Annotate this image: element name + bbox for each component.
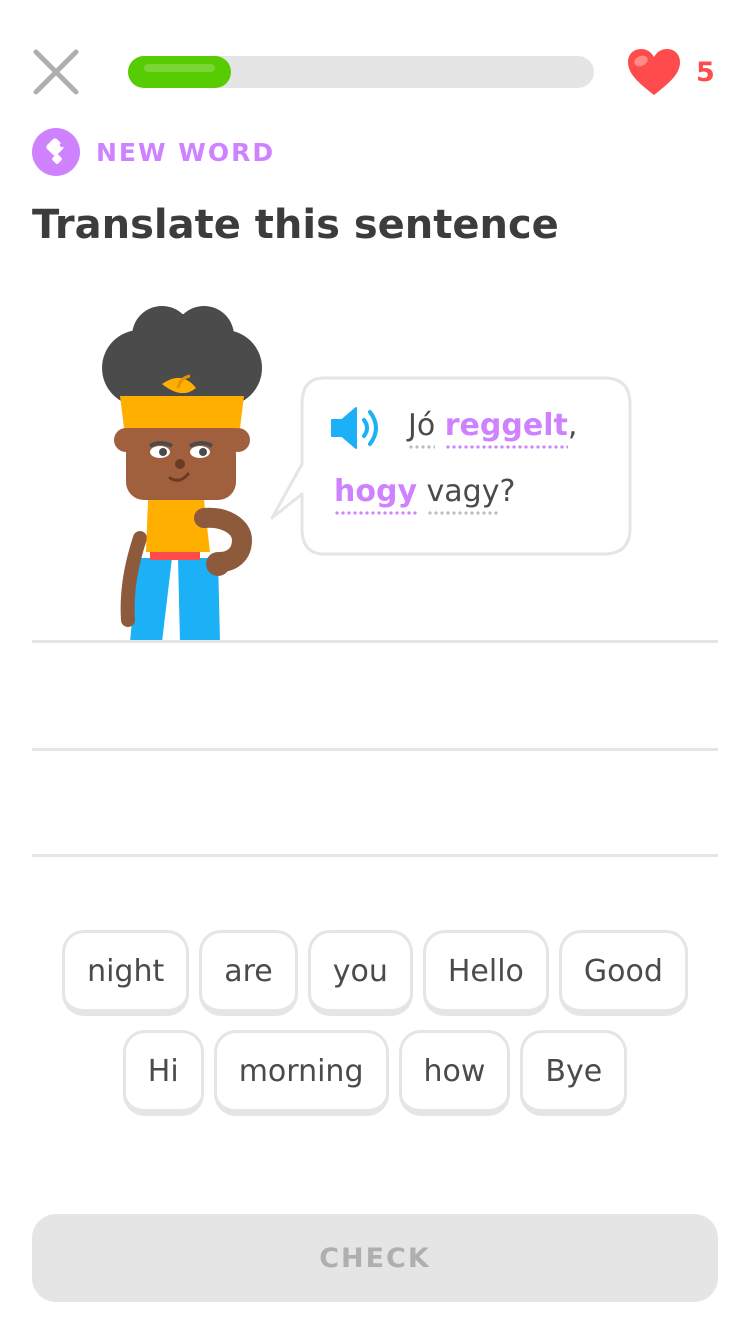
close-icon: [33, 49, 79, 95]
answer-line[interactable]: [32, 854, 718, 857]
word-tile[interactable]: you: [307, 930, 413, 1016]
new-word-label: NEW WORD: [96, 137, 276, 167]
sentence-punctuation: ?: [499, 474, 516, 509]
hearts-count: 5: [696, 56, 715, 88]
sentence-line-1: Jó reggelt,: [408, 408, 577, 449]
progress-fill: [128, 56, 231, 88]
answer-line[interactable]: [32, 640, 718, 643]
word-tile[interactable]: morning: [213, 1030, 389, 1116]
answer-line[interactable]: [32, 748, 718, 751]
check-button[interactable]: CHECK: [32, 1214, 718, 1302]
speaker-button[interactable]: [330, 406, 386, 450]
word-bank-row: night are you Hello Good: [32, 930, 718, 1016]
sentence-word[interactable]: vagy: [426, 474, 500, 515]
word-tile[interactable]: how: [398, 1030, 511, 1116]
word-tile[interactable]: Bye: [520, 1030, 628, 1116]
new-word-icon: [32, 128, 80, 176]
speech-bubble: Jó reggelt, hogy vagy?: [270, 376, 632, 556]
speaker-icon: [331, 407, 378, 449]
speech-bubble-shape: [270, 376, 632, 556]
hearts-counter[interactable]: 5: [626, 46, 715, 98]
heart-icon: [628, 49, 680, 95]
word-tile[interactable]: night: [62, 930, 190, 1016]
page-title: Translate this sentence: [32, 202, 559, 248]
close-button[interactable]: [28, 44, 84, 100]
sentence-word-new[interactable]: hogy: [334, 474, 417, 515]
word-bank-row: Hi morning how Bye: [32, 1030, 718, 1116]
new-word-badge: NEW WORD: [32, 128, 275, 176]
sentence-word[interactable]: Jó: [408, 408, 436, 449]
progress-shine: [144, 64, 215, 72]
word-tile[interactable]: Hello: [422, 930, 549, 1016]
word-tile[interactable]: Good: [558, 930, 688, 1016]
character-illustration: [102, 306, 262, 642]
progress-bar: [128, 56, 594, 88]
word-tile[interactable]: are: [199, 930, 298, 1016]
sentence-word-new[interactable]: reggelt: [444, 408, 568, 449]
sentence-line-2: hogy vagy?: [334, 474, 515, 515]
word-tile[interactable]: Hi: [122, 1030, 204, 1116]
sentence-punctuation: ,: [567, 408, 578, 443]
word-bank: night are you Hello Good Hi morning how …: [32, 930, 718, 1130]
